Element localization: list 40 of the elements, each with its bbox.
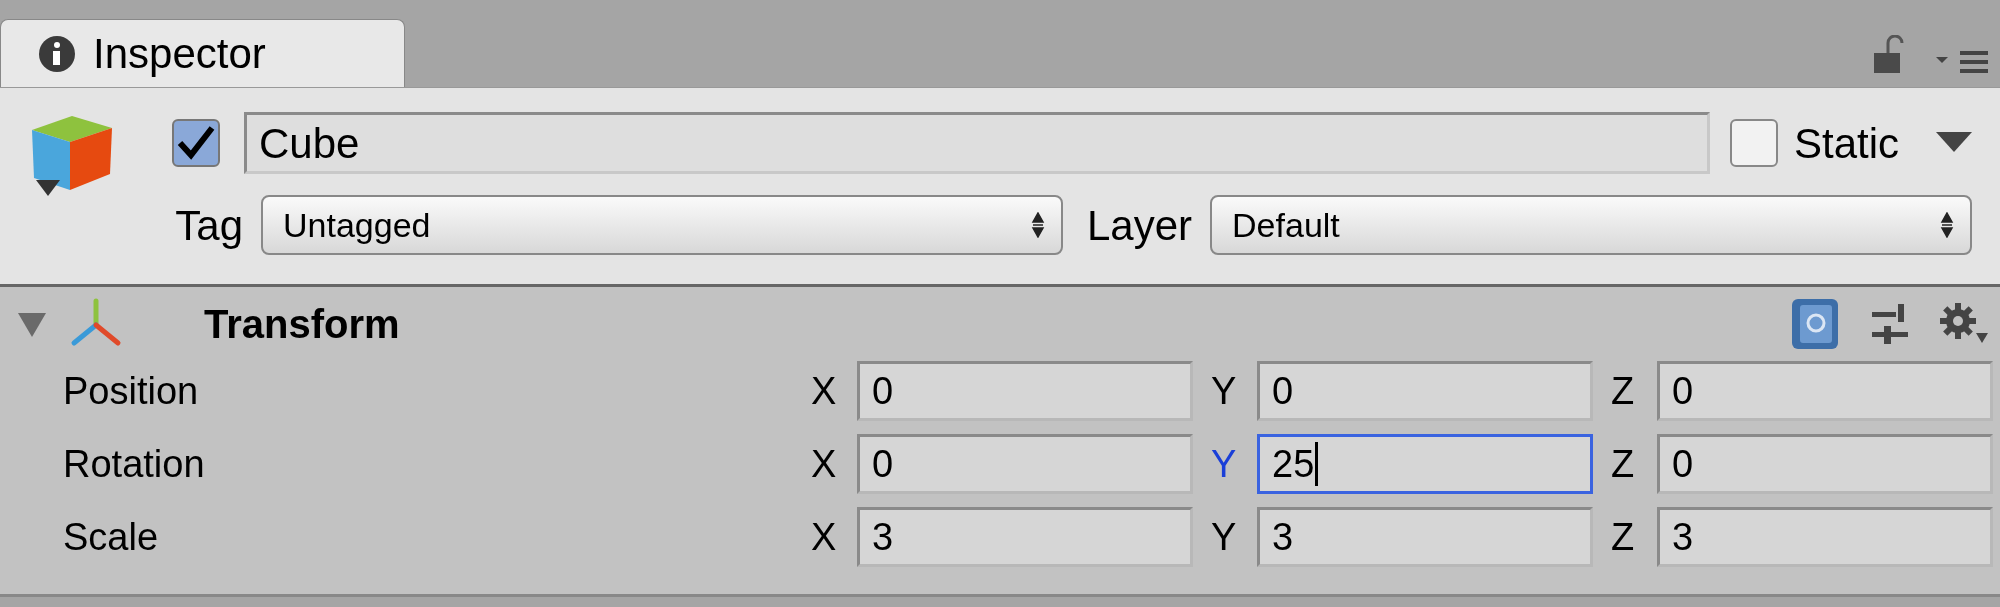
dropdown-triangle-icon[interactable] (1936, 132, 1972, 154)
checkmark-icon (176, 125, 216, 161)
number-field[interactable]: 0 (1657, 434, 1993, 494)
number-field[interactable]: 25 (1257, 434, 1593, 494)
number-field[interactable]: 0 (857, 361, 1193, 421)
static-checkbox[interactable] (1730, 119, 1778, 167)
sliders-icon[interactable] (1870, 302, 1910, 346)
lock-icon[interactable] (1872, 35, 1904, 75)
inspector-tab[interactable]: Inspector (0, 19, 405, 87)
number-field[interactable]: 3 (1257, 507, 1593, 567)
number-field[interactable]: 3 (857, 507, 1193, 567)
text-cursor (1315, 442, 1319, 486)
updown-arrows-icon (1031, 212, 1045, 238)
property-label: Position (63, 368, 200, 414)
axis-label: X (811, 368, 838, 414)
axis-label: Y (1211, 514, 1238, 560)
property-label: Scale (63, 514, 160, 560)
updown-arrows-icon (1940, 212, 1954, 238)
number-field[interactable]: 3 (1657, 507, 1993, 567)
axis-label: Y (1211, 368, 1238, 414)
layer-label: Layer (1087, 200, 1193, 251)
active-checkbox[interactable] (172, 119, 220, 167)
axis-label: X (811, 514, 838, 560)
axis-label: X (811, 441, 838, 487)
tag-label: Tag (174, 200, 243, 251)
component-title: Transform (204, 301, 400, 348)
info-icon (37, 33, 77, 74)
menu-icon[interactable] (1936, 49, 1988, 75)
axis-label: Z (1611, 514, 1636, 560)
number-field[interactable]: 0 (1657, 361, 1993, 421)
property-label: Rotation (63, 441, 206, 487)
tag-dropdown[interactable]: Untagged (261, 195, 1063, 255)
static-label: Static (1794, 118, 1900, 169)
name-field[interactable]: Cube (244, 112, 1710, 174)
axis-label: Z (1611, 368, 1636, 414)
number-field[interactable]: 0 (857, 434, 1193, 494)
number-field[interactable]: 0 (1257, 361, 1593, 421)
layer-dropdown[interactable]: Default (1210, 195, 1972, 255)
axis-label: Z (1611, 441, 1636, 487)
axis-label: Y (1211, 441, 1238, 487)
